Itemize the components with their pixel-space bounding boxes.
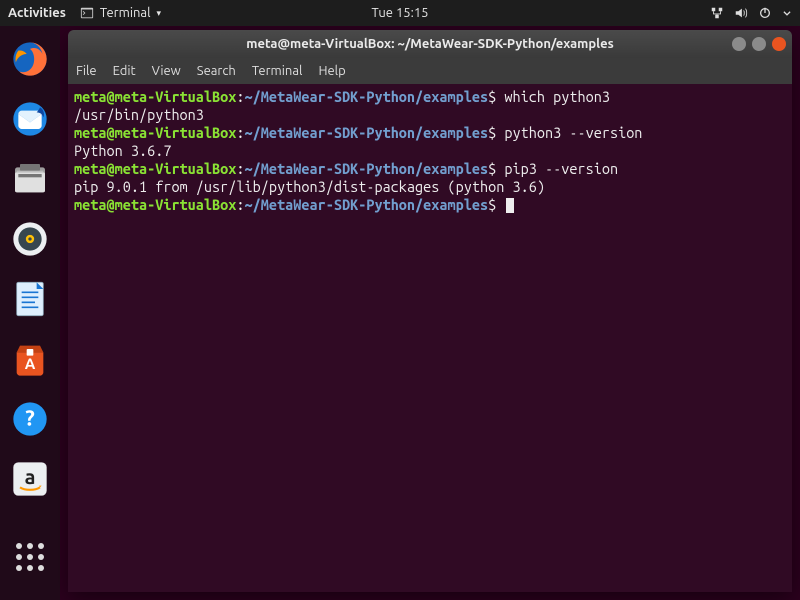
- terminal-output-line: Python 3.6.7: [74, 142, 786, 160]
- system-status-area[interactable]: [710, 6, 792, 20]
- dropdown-arrow-icon: ▾: [157, 8, 162, 19]
- app-menu[interactable]: Terminal ▾: [80, 6, 161, 20]
- menu-help[interactable]: Help: [318, 64, 345, 78]
- amazon-icon: a: [10, 459, 50, 499]
- software-icon: A: [10, 339, 50, 379]
- launcher-ubuntu-software[interactable]: A: [7, 336, 53, 382]
- thunderbird-icon: [10, 99, 50, 139]
- window-minimize-button[interactable]: [732, 37, 746, 51]
- terminal-window: meta@meta-VirtualBox: ~/MetaWear-SDK-Pyt…: [68, 30, 792, 592]
- volume-icon[interactable]: [734, 6, 748, 20]
- menu-file[interactable]: File: [76, 64, 97, 78]
- clock[interactable]: Tue 15:15: [372, 6, 429, 20]
- firefox-icon: [10, 39, 50, 79]
- menu-terminal[interactable]: Terminal: [252, 64, 303, 78]
- launcher-firefox[interactable]: [7, 36, 53, 82]
- terminal-output-line: /usr/bin/python3: [74, 106, 786, 124]
- menu-view[interactable]: View: [152, 64, 181, 78]
- files-icon: [10, 159, 50, 199]
- window-close-button[interactable]: [772, 37, 786, 51]
- menu-search[interactable]: Search: [197, 64, 236, 78]
- svg-text:?: ?: [25, 407, 35, 431]
- terminal-output-line: pip 9.0.1 from /usr/lib/python3/dist-pac…: [74, 178, 786, 196]
- launcher-rhythmbox[interactable]: [7, 216, 53, 262]
- launcher-dock: A ? a: [0, 26, 60, 600]
- help-icon: ?: [10, 399, 50, 439]
- svg-text:a: a: [25, 465, 36, 488]
- terminal-cursor: [506, 198, 514, 213]
- launcher-amazon[interactable]: a: [7, 456, 53, 502]
- network-icon[interactable]: [710, 6, 724, 20]
- window-title: meta@meta-VirtualBox: ~/MetaWear-SDK-Pyt…: [246, 37, 613, 51]
- window-maximize-button[interactable]: [752, 37, 766, 51]
- terminal-prompt-line: meta@meta-VirtualBox:~/MetaWear-SDK-Pyth…: [74, 124, 786, 142]
- power-icon[interactable]: [758, 6, 772, 20]
- activities-button[interactable]: Activities: [8, 6, 66, 20]
- window-titlebar[interactable]: meta@meta-VirtualBox: ~/MetaWear-SDK-Pyt…: [68, 30, 792, 58]
- svg-text:A: A: [25, 355, 36, 372]
- terminal-icon: [80, 6, 94, 20]
- launcher-help[interactable]: ?: [7, 396, 53, 442]
- terminal-menubar: File Edit View Search Terminal Help: [68, 58, 792, 84]
- launcher-libreoffice-writer[interactable]: [7, 276, 53, 322]
- show-applications-button[interactable]: [7, 534, 53, 580]
- terminal-prompt-line: meta@meta-VirtualBox:~/MetaWear-SDK-Pyth…: [74, 160, 786, 178]
- writer-icon: [10, 279, 50, 319]
- app-menu-label: Terminal: [100, 6, 151, 20]
- terminal-body[interactable]: meta@meta-VirtualBox:~/MetaWear-SDK-Pyth…: [68, 84, 792, 592]
- launcher-thunderbird[interactable]: [7, 96, 53, 142]
- launcher-files[interactable]: [7, 156, 53, 202]
- rhythmbox-icon: [10, 219, 50, 259]
- system-top-bar: Activities Terminal ▾ Tue 15:15: [0, 0, 800, 26]
- chevron-down-icon[interactable]: [782, 8, 792, 18]
- terminal-prompt-line: meta@meta-VirtualBox:~/MetaWear-SDK-Pyth…: [74, 88, 786, 106]
- menu-edit[interactable]: Edit: [113, 64, 136, 78]
- terminal-prompt-line: meta@meta-VirtualBox:~/MetaWear-SDK-Pyth…: [74, 196, 786, 214]
